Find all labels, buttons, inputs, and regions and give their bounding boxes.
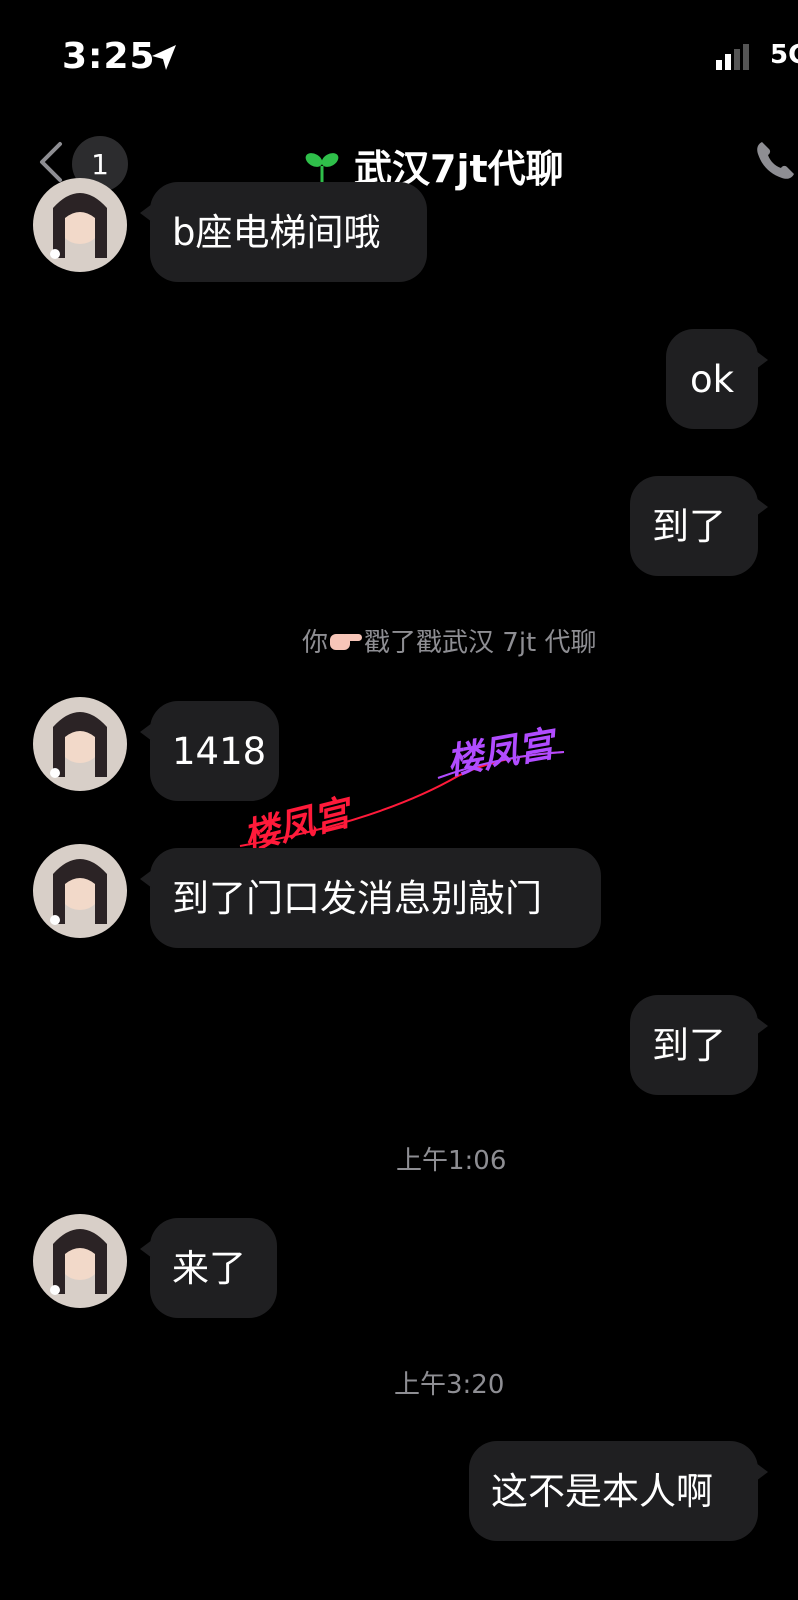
network-type: 5G [770, 40, 798, 70]
message-bubble-outgoing[interactable]: ok [666, 329, 768, 429]
message-bubble-outgoing[interactable]: 到了 [630, 995, 768, 1095]
message-text: 到了 [652, 1023, 726, 1067]
unread-count: 1 [91, 147, 109, 181]
contact-avatar[interactable] [33, 697, 127, 791]
signal-strength-icon [716, 44, 749, 70]
message-text: ok [689, 357, 735, 401]
location-arrow-icon [152, 45, 176, 70]
message-text: b座电梯间哦 [172, 210, 381, 254]
message-text: 来了 [172, 1246, 246, 1290]
contact-avatar[interactable] [33, 178, 127, 272]
phone-call-icon[interactable] [754, 138, 798, 182]
timestamp: 上午1:06 [396, 1146, 507, 1176]
message-bubble-incoming[interactable]: b座电梯间哦 [140, 182, 427, 282]
contact-avatar[interactable] [33, 844, 127, 938]
contact-avatar[interactable] [33, 1214, 127, 1308]
nudge-notice: 你 戳了戳武汉 7jt 代聊 [302, 622, 597, 659]
message-bubble-incoming[interactable]: 来了 [140, 1218, 277, 1318]
message-text: 到了门口发消息别敲门 [172, 876, 542, 920]
message-bubble-incoming[interactable]: 到了门口发消息别敲门 [140, 848, 601, 948]
message-bubble-outgoing[interactable]: 这不是本人啊 [469, 1441, 768, 1541]
sprout-icon [305, 152, 339, 182]
nudge-text: 戳了戳武汉 7jt 代聊 [364, 628, 597, 658]
pointing-hand-icon [330, 633, 363, 650]
back-chevron-icon[interactable] [30, 138, 70, 186]
nudge-prefix: 你 [302, 628, 329, 658]
status-time: 3:25 [62, 36, 156, 77]
timestamp: 上午3:20 [394, 1370, 505, 1400]
message-text: 到了 [652, 504, 726, 548]
message-text: 这不是本人啊 [491, 1469, 713, 1513]
message-bubble-outgoing[interactable]: 到了 [630, 476, 768, 576]
